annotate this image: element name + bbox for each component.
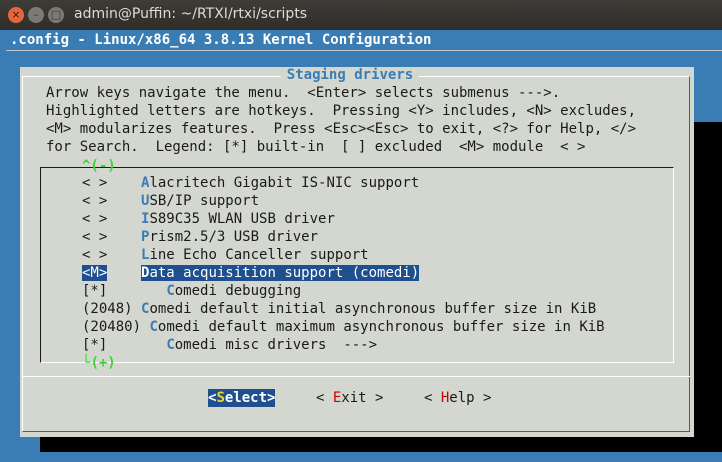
- close-button[interactable]: ×: [8, 7, 24, 23]
- menu-item[interactable]: < > Prism2.5/3 USB driver: [82, 228, 318, 246]
- help-button[interactable]: < Help >: [424, 389, 491, 407]
- menu-item[interactable]: < > IS89C35 WLAN USB driver: [82, 210, 335, 228]
- menu-item-text: omedi misc drivers --->: [174, 337, 378, 353]
- menu-item-text: SB/IP support: [149, 193, 260, 209]
- help-line: Highlighted letters are hotkeys. Pressin…: [46, 103, 637, 119]
- menu-item-hotkey: C: [166, 283, 175, 299]
- menu-item-indent: [107, 211, 141, 227]
- menu-item-label: Line Echo Canceller support: [141, 247, 369, 263]
- terminal-window: × – □ admin@Puffin: ~/RTXI/rtxi/scripts …: [0, 0, 722, 462]
- dialog-title: Staging drivers: [0, 66, 700, 84]
- button-row-rule: [22, 376, 690, 377]
- menu-item[interactable]: <M> Data acquisition support (comedi): [82, 264, 420, 282]
- scroll-down-indicator: └(+): [82, 354, 116, 372]
- menu-item-hotkey: C: [149, 319, 158, 335]
- config-title-rule: [6, 50, 722, 51]
- menu-item-label: Data acquisition support (comedi): [141, 265, 420, 281]
- terminal-area[interactable]: .config - Linux/x86_64 3.8.13 Kernel Con…: [0, 30, 722, 462]
- help-line: Arrow keys navigate the menu. <Enter> se…: [46, 85, 561, 101]
- menu-item[interactable]: (20480) Comedi default maximum asynchron…: [82, 318, 605, 336]
- menu-item-indent: [107, 265, 141, 281]
- menu-item-label: Alacritech Gigabit IS-NIC support: [141, 175, 419, 191]
- button-hotkey: S: [216, 390, 225, 406]
- scroll-up-indicator: ^(-): [82, 158, 116, 174]
- menu-item-state[interactable]: <M>: [82, 265, 108, 281]
- title-bar: × – □ admin@Puffin: ~/RTXI/rtxi/scripts: [0, 0, 722, 30]
- menu-item-indent: [107, 283, 166, 299]
- menu-item-indent: [107, 247, 141, 263]
- help-line: <M> modularizes features. Press <Esc><Es…: [46, 121, 637, 137]
- menu-item-text: ine Echo Canceller support: [149, 247, 369, 263]
- minimize-button[interactable]: –: [28, 7, 44, 23]
- menu-item-indent: [133, 301, 141, 317]
- menu-item-state[interactable]: < >: [82, 247, 107, 263]
- config-title: .config - Linux/x86_64 3.8.13 Kernel Con…: [10, 32, 432, 48]
- select-button[interactable]: <Select>: [208, 389, 276, 407]
- menu-item[interactable]: < > Line Echo Canceller support: [82, 246, 369, 264]
- dialog-title-text: Staging drivers: [280, 67, 420, 83]
- button-label: xit >: [341, 390, 384, 406]
- button-label: elp >: [449, 390, 492, 406]
- window-title: admin@Puffin: ~/RTXI/rtxi/scripts: [74, 6, 308, 22]
- menu-item-indent: [107, 175, 141, 191]
- menu-item-text: lacritech Gigabit IS-NIC support: [149, 175, 420, 191]
- menu-item[interactable]: [*] Comedi misc drivers --->: [82, 336, 377, 354]
- menu-item[interactable]: < > Alacritech Gigabit IS-NIC support: [82, 174, 419, 192]
- menu-item-label: Comedi default maximum asynchronous buff…: [149, 319, 604, 335]
- menu-item-text: rism2.5/3 USB driver: [149, 229, 319, 245]
- menu-item-label: USB/IP support: [141, 193, 259, 209]
- maximize-button[interactable]: □: [48, 7, 64, 23]
- menu-item-state[interactable]: < >: [82, 193, 107, 209]
- menu-item-state[interactable]: < >: [82, 211, 107, 227]
- menu-item[interactable]: [*] Comedi debugging: [82, 282, 301, 300]
- menu-item-indent: [107, 229, 141, 245]
- menu-item-state[interactable]: < >: [82, 229, 107, 245]
- menu-item-hotkey: C: [166, 337, 175, 353]
- menu-item[interactable]: < > USB/IP support: [82, 192, 259, 210]
- menu-item-label: Comedi default initial asynchronous buff…: [141, 301, 596, 317]
- button-bracket: <: [316, 390, 333, 406]
- menu-item-state[interactable]: [*]: [82, 283, 107, 299]
- menu-item-state[interactable]: (20480): [82, 319, 141, 335]
- menu-item-label: Comedi misc drivers --->: [166, 337, 377, 353]
- menu-item-text: omedi debugging: [174, 283, 302, 299]
- button-label: elect>: [224, 390, 276, 406]
- menu-item-text: omedi default initial asynchronous buffe…: [149, 301, 597, 317]
- menu-item-text: S89C35 WLAN USB driver: [149, 211, 335, 227]
- exit-button[interactable]: < Exit >: [316, 389, 383, 407]
- menu-item-text: ata acquisition support (comedi): [149, 265, 420, 281]
- menu-item-state[interactable]: [*]: [82, 337, 107, 353]
- menu-item-indent: [107, 337, 166, 353]
- scroll-down-text: (+): [90, 355, 116, 371]
- help-line: for Search. Legend: [*] built-in [ ] exc…: [46, 139, 586, 155]
- menu-item-text: omedi default maximum asynchronous buffe…: [157, 319, 605, 335]
- menu-item-indent: [107, 193, 141, 209]
- menu-item-label: IS89C35 WLAN USB driver: [141, 211, 335, 227]
- menu-item-state[interactable]: < >: [82, 175, 107, 191]
- menu-item-state[interactable]: (2048): [82, 301, 133, 317]
- menu-item[interactable]: (2048) Comedi default initial asynchrono…: [82, 300, 596, 318]
- menu-item-label: Prism2.5/3 USB driver: [141, 229, 318, 245]
- button-bracket: <: [424, 390, 441, 406]
- menu-item-label: Comedi debugging: [166, 283, 301, 299]
